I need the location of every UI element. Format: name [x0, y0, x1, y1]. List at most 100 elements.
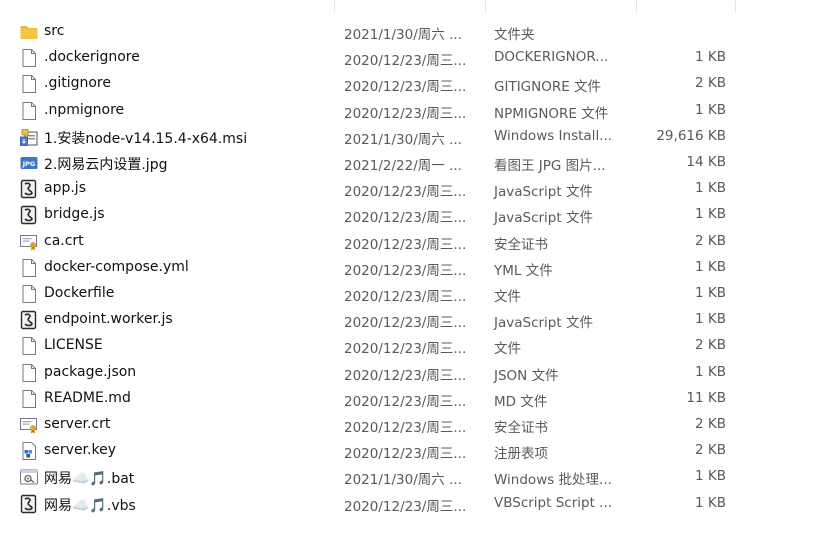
file-size: 2 KB	[695, 442, 726, 459]
file-modified-date: 2021/2/22/周一 ...	[344, 158, 462, 174]
file-icon	[19, 48, 39, 68]
file-icon	[19, 284, 39, 304]
file-icon	[19, 101, 39, 121]
file-row[interactable]: src 2021/1/30/周六 ... 文件夹	[0, 19, 817, 45]
file-name: README.md	[44, 389, 131, 406]
batch-icon	[19, 467, 39, 487]
file-type: DOCKERIGNOR...	[494, 49, 609, 66]
column-divider[interactable]	[735, 0, 736, 12]
file-type: JavaScript 文件	[494, 184, 593, 201]
file-name: src	[44, 23, 65, 39]
file-modified-date: 2020/12/23/周三...	[344, 446, 467, 463]
file-name: .gitignore	[44, 75, 111, 92]
file-name: server.crt	[44, 416, 111, 432]
file-size: 11 KB	[686, 389, 726, 406]
file-name: package.json	[44, 363, 137, 380]
file-name: docker-compose.yml	[44, 258, 189, 275]
file-modified-date: 2021/1/30/周六 ...	[344, 472, 462, 489]
file-name: LICENSE	[44, 337, 103, 354]
file-name: server.key	[44, 442, 116, 459]
file-type: 安全证书	[494, 420, 548, 436]
file-row[interactable]: .gitignore 2020/12/23/周三... GITIGNORE 文件 2 …	[0, 71, 817, 97]
svg-text:JPG: JPG	[22, 160, 36, 168]
file-type: 文件	[494, 341, 521, 358]
registry-icon	[19, 441, 39, 461]
file-name: ca.crt	[44, 232, 84, 249]
file-icon	[19, 389, 39, 409]
file-size: 1 KB	[695, 468, 726, 485]
file-name: 2.网易云内设置.jpg	[44, 157, 168, 173]
file-type: 安全证书	[494, 236, 548, 253]
column-divider[interactable]	[334, 0, 335, 12]
column-divider[interactable]	[485, 0, 486, 12]
file-size: 2 KB	[695, 416, 726, 432]
file-type: MD 文件	[494, 393, 548, 410]
file-name: 1.安装node-v14.15.4-x64.msi	[44, 130, 248, 147]
file-size: 1 KB	[695, 285, 726, 301]
file-name: 网易☁️🎵.vbs	[44, 497, 136, 514]
file-type: Windows 批处理...	[494, 472, 612, 489]
file-type: JSON 文件	[494, 367, 559, 384]
file-row[interactable]: docker-compose.yml 2020/12/23/周三... YML 文件…	[0, 255, 817, 281]
script-icon	[19, 494, 39, 514]
file-size: 1 KB	[695, 101, 726, 118]
file-type: JavaScript 文件	[494, 210, 593, 227]
file-row[interactable]: server.key 2020/12/23/周三... 注册表项 2 KB	[0, 438, 817, 464]
file-type: 注册表项	[494, 446, 548, 463]
file-modified-date: 2020/12/23/周三...	[344, 341, 467, 358]
file-type: VBScript Script ...	[494, 494, 613, 511]
file-row[interactable]: server.crt 2020/12/23/周三... 安全证书 2 KB	[0, 412, 817, 438]
file-name: .dockerignore	[44, 49, 140, 66]
file-name: Dockerfile	[44, 285, 115, 301]
file-modified-date: 2020/12/23/周三...	[344, 53, 467, 70]
script-icon	[19, 205, 39, 225]
file-modified-date: 2020/12/23/周三...	[344, 105, 467, 122]
file-row[interactable]: package.json 2020/12/23/周三... JSON 文件 1 KB	[0, 360, 817, 386]
file-row[interactable]: 网易☁️🎵.vbs 2020/12/23/周三... VBScript Script…	[0, 491, 817, 517]
installer-icon	[19, 127, 39, 147]
file-size: 1 KB	[695, 494, 726, 511]
file-row[interactable]: LICENSE 2020/12/23/周三... 文件 2 KB	[0, 333, 817, 359]
file-row[interactable]: Dockerfile 2020/12/23/周三... 文件 1 KB	[0, 281, 817, 307]
certificate-icon	[19, 415, 39, 435]
file-size: 1 KB	[695, 363, 726, 380]
file-modified-date: 2020/12/23/周三...	[344, 236, 467, 253]
file-type: JavaScript 文件	[494, 315, 593, 332]
file-row[interactable]: 网易☁️🎵.bat 2021/1/30/周六 ... Windows 批处理... 1…	[0, 464, 817, 490]
file-type: 看图王 JPG 图片...	[494, 158, 606, 174]
file-row[interactable]: endpoint.worker.js 2020/12/23/周三... JavaSc…	[0, 307, 817, 333]
file-size: 1 KB	[695, 49, 726, 66]
file-row[interactable]: bridge.js 2020/12/23/周三... JavaScript 文件 1 …	[0, 202, 817, 228]
file-row[interactable]: ca.crt 2020/12/23/周三... 安全证书 2 KB	[0, 229, 817, 255]
column-divider[interactable]	[636, 0, 637, 12]
file-size: 2 KB	[695, 337, 726, 354]
file-size: 1 KB	[695, 258, 726, 275]
file-row[interactable]: JPG 2.网易云内设置.jpg 2021/2/22/周一 ... 看图王 JPG …	[0, 150, 817, 176]
file-type: 文件夹	[494, 27, 535, 43]
file-size: 29,616 KB	[656, 127, 726, 144]
file-icon	[19, 363, 39, 383]
file-row[interactable]: 1.安装node-v14.15.4-x64.msi 2021/1/30/周六 ..…	[0, 124, 817, 150]
file-modified-date: 2020/12/23/周三...	[344, 262, 467, 279]
file-size: 2 KB	[695, 232, 726, 249]
file-icon	[19, 336, 39, 356]
file-row[interactable]: .dockerignore 2020/12/23/周三... DOCKERIGNOR…	[0, 45, 817, 71]
file-size: 1 KB	[695, 206, 726, 223]
folder-icon	[19, 22, 39, 42]
file-size: 1 KB	[695, 180, 726, 197]
file-row[interactable]: .npmignore 2020/12/23/周三... NPMIGNORE 文件 1 …	[0, 98, 817, 124]
file-modified-date: 2020/12/23/周三...	[344, 315, 467, 332]
file-type: NPMIGNORE 文件	[494, 105, 609, 122]
file-modified-date: 2020/12/23/周三...	[344, 420, 467, 436]
file-size: 14 KB	[686, 154, 726, 170]
file-size: 2 KB	[695, 75, 726, 92]
file-type: Windows Install...	[494, 127, 613, 144]
file-row[interactable]: app.js 2020/12/23/周三... JavaScript 文件 1 KB	[0, 176, 817, 202]
file-name: bridge.js	[44, 206, 105, 223]
file-name: 网易☁️🎵.bat	[44, 471, 135, 488]
file-modified-date: 2020/12/23/周三...	[344, 393, 467, 410]
file-modified-date: 2020/12/23/周三...	[344, 367, 467, 384]
file-row[interactable]: README.md 2020/12/23/周三... MD 文件 11 KB	[0, 386, 817, 412]
file-modified-date: 2021/1/30/周六 ...	[344, 27, 462, 43]
file-name: app.js	[44, 180, 86, 197]
